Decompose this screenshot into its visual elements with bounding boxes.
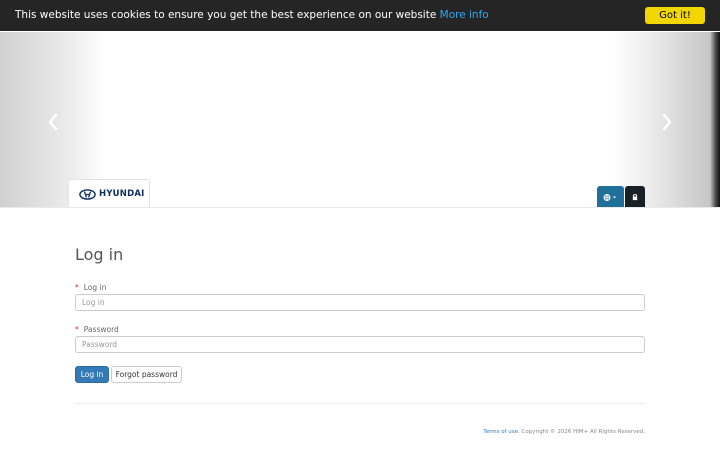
chevron-right-icon xyxy=(662,113,672,131)
login-input[interactable] xyxy=(75,294,645,311)
chevron-left-icon xyxy=(48,113,58,131)
cookie-more-info-link[interactable]: More info xyxy=(440,9,489,21)
page-title: Log in xyxy=(75,245,124,264)
login-field-label: * Log in xyxy=(75,283,106,292)
login-submit-button[interactable]: Log in xyxy=(75,366,109,383)
cookie-message-text: This website uses cookies to ensure you … xyxy=(15,9,437,21)
required-marker: * xyxy=(75,283,79,292)
cookie-accept-button[interactable]: Got it! xyxy=(645,7,705,24)
hyundai-logo-icon xyxy=(79,189,96,200)
password-field-label-text: Password xyxy=(83,325,119,334)
login-field-label-text: Log in xyxy=(83,283,107,292)
carousel-next-button[interactable] xyxy=(659,112,675,132)
copyright-text: . Copyright © 2026 HIM+ All Rights Reser… xyxy=(518,429,645,435)
cookie-consent-bar: This website uses cookies to ensure you … xyxy=(0,0,720,31)
globe-icon xyxy=(603,194,616,201)
lock-icon xyxy=(632,194,638,201)
language-dropdown-button[interactable] xyxy=(597,186,624,208)
required-marker: * xyxy=(75,325,79,334)
forgot-password-button[interactable]: Forgot password xyxy=(111,366,182,383)
admin-login-button[interactable] xyxy=(625,186,645,208)
footer: Terms of use. Copyright © 2026 HIM+ All … xyxy=(483,429,645,435)
terms-of-use-link[interactable]: Terms of use xyxy=(483,429,518,435)
caret-down-icon xyxy=(613,196,616,199)
cookie-message: This website uses cookies to ensure you … xyxy=(15,9,489,21)
brand-name: HYUNDAI xyxy=(99,189,145,199)
brand-tab: HYUNDAI xyxy=(68,179,150,208)
footer-divider xyxy=(75,403,645,404)
carousel-prev-button[interactable] xyxy=(45,112,61,132)
password-input[interactable] xyxy=(75,336,645,353)
hero-divider xyxy=(0,207,720,208)
password-field-label: * Password xyxy=(75,325,119,334)
